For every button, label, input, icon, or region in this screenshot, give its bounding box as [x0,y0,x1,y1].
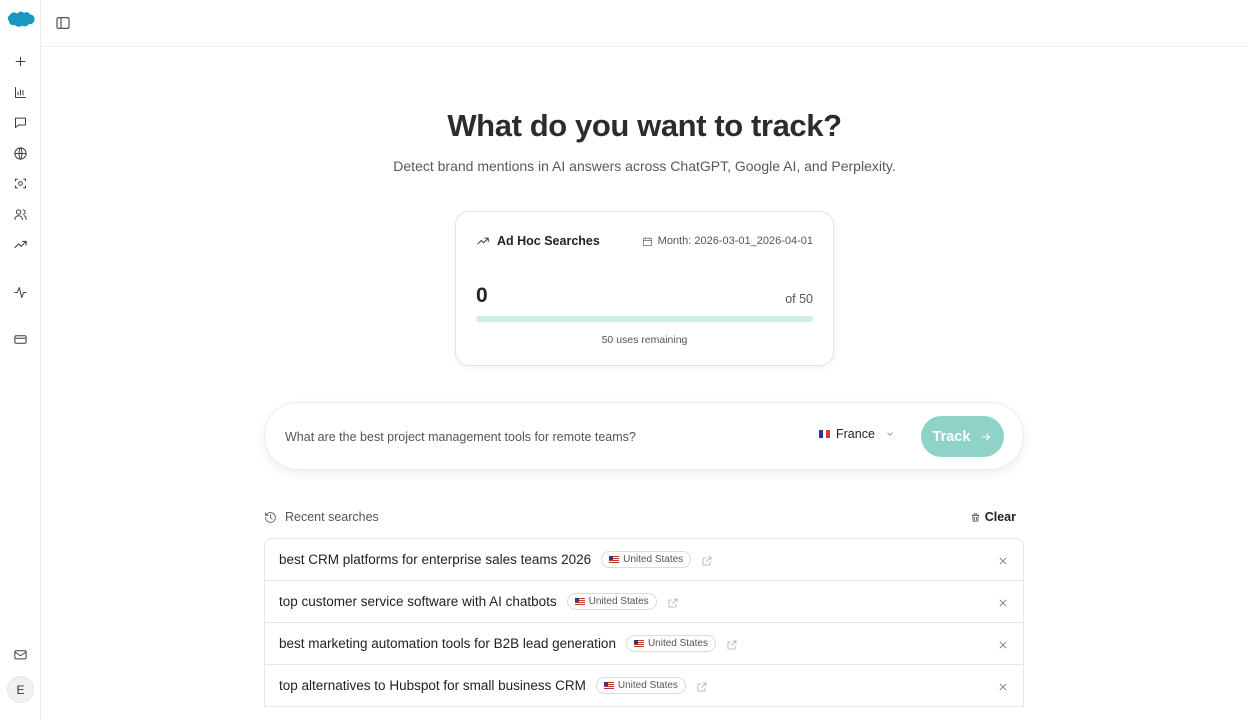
history-icon [265,511,276,523]
close-icon[interactable] [997,638,1009,650]
country-badge: United States [566,593,657,610]
avatar[interactable]: E [7,676,34,703]
track-button-label: Track [932,428,971,445]
country-badge-label: United States [647,638,708,649]
salesforce-logo[interactable] [6,10,36,30]
us-flag-icon [633,640,644,647]
panel-toggle-icon[interactable] [55,15,71,31]
chevron-down-icon [887,432,893,436]
search-bar: France Track [264,402,1024,470]
activity-icon[interactable] [10,282,30,302]
recent-query[interactable]: top customer service software with AI ch… [279,594,557,609]
list-item[interactable]: top customer service software with AI ch… [265,581,1023,623]
bar-chart-icon[interactable] [10,82,30,102]
country-badge-label: United States [623,554,684,565]
external-link-icon[interactable] [726,638,738,650]
mail-icon[interactable] [10,644,30,664]
credit-card-icon[interactable] [10,329,30,349]
page-subtitle: Detect brand mentions in AI answers acro… [393,158,896,174]
clear-button-label: Clear [984,510,1016,524]
country-badge: United States [595,677,686,694]
track-button[interactable]: Track [921,416,1004,457]
close-icon[interactable] [997,554,1009,566]
country-badge: United States [625,635,716,652]
close-icon[interactable] [997,680,1009,692]
recent-searches-label: Recent searches [285,510,379,524]
external-link-icon[interactable] [696,680,708,692]
recent-searches-header: Recent searches Clear [264,510,1024,528]
usage-month-text: Month: 2026-03-01_2026-04-01 [657,235,813,247]
recent-query[interactable]: best marketing automation tools for B2B … [279,636,616,651]
country-select[interactable]: France [819,427,895,441]
usage-total: of 50 [785,292,813,306]
country-badge-label: United States [617,680,678,691]
trash-icon [971,512,979,522]
trending-up-icon [477,237,489,245]
message-icon[interactable] [10,112,30,132]
us-flag-icon [574,598,585,605]
usage-progress-bar [476,316,813,322]
us-flag-icon [609,556,620,563]
usage-card-label: Ad Hoc Searches [497,234,600,248]
usage-progress-fill [476,316,813,322]
close-icon[interactable] [997,596,1009,608]
external-link-icon[interactable] [667,596,679,608]
usage-count: 0 [476,284,488,307]
top-bar [41,0,1248,47]
usage-card-header: Ad Hoc Searches [476,234,600,248]
sidebar: E [0,0,41,720]
country-badge-label: United States [588,596,649,607]
external-link-icon[interactable] [701,554,713,566]
search-input[interactable] [285,425,785,449]
calendar-icon [642,236,652,246]
france-flag-icon [819,430,831,438]
usage-card-month: Month: 2026-03-01_2026-04-01 [642,235,813,247]
recent-query[interactable]: top alternatives to Hubspot for small bu… [279,678,586,693]
country-badge: United States [601,551,692,568]
list-item[interactable]: best marketing automation tools for B2B … [265,623,1023,665]
recent-query[interactable]: best CRM platforms for enterprise sales … [279,552,591,567]
arrow-right-icon [982,433,991,440]
page-title: What do you want to track? [447,108,842,143]
plus-icon[interactable] [10,51,30,71]
trending-up-icon[interactable] [10,234,30,254]
clear-button[interactable]: Clear [970,510,1016,524]
globe-icon[interactable] [10,143,30,163]
list-item[interactable]: best CRM platforms for enterprise sales … [265,539,1023,581]
list-item[interactable]: top alternatives to Hubspot for small bu… [265,665,1023,707]
users-icon[interactable] [10,204,30,224]
recent-searches-title: Recent searches [264,510,379,524]
usage-card: Ad Hoc Searches Month: 2026-03-01_2026-0… [455,211,834,366]
usage-remaining: 50 uses remaining [601,334,688,346]
country-select-label: France [836,427,875,441]
us-flag-icon [603,682,614,689]
scan-eye-icon[interactable] [10,173,30,193]
recent-searches-list: best CRM platforms for enterprise sales … [264,538,1024,707]
